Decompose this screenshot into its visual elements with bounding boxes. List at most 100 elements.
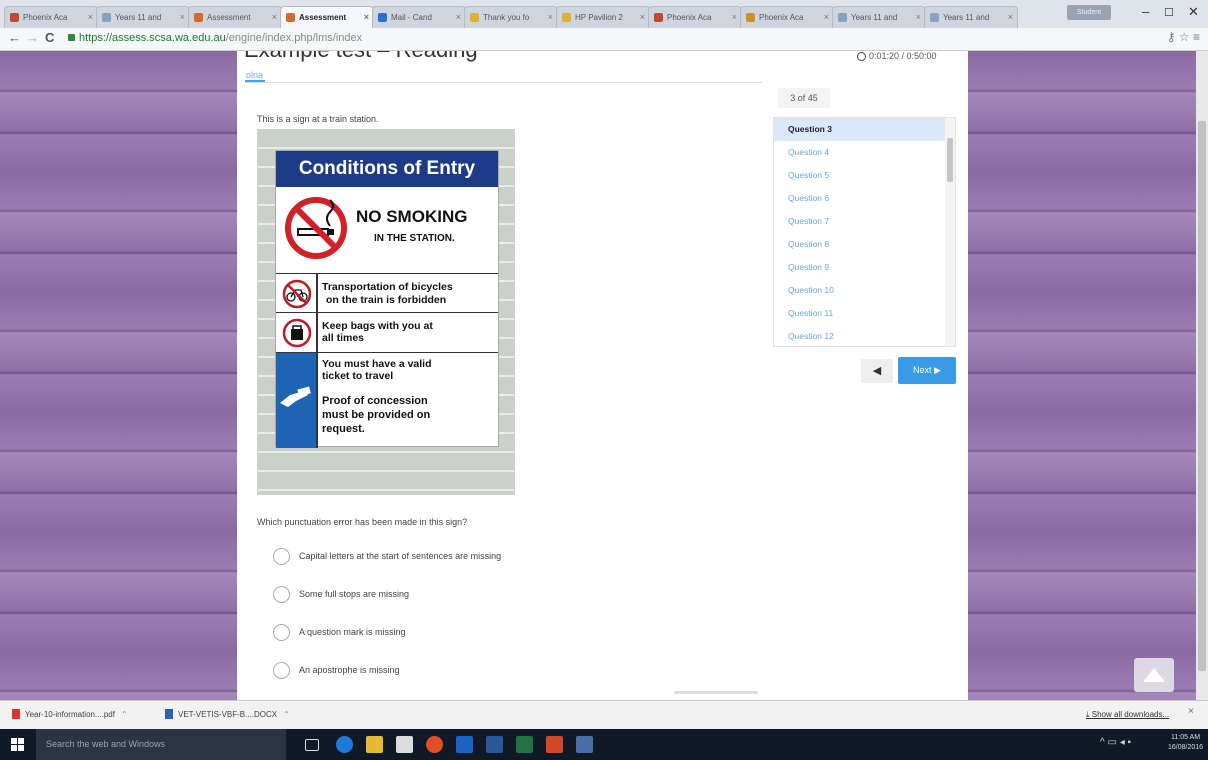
tab-close-icon[interactable]: × [916, 7, 921, 28]
file-explorer-icon[interactable] [366, 736, 383, 753]
photos-icon[interactable] [576, 736, 593, 753]
bookmark-star-icon[interactable]: ☆ [1179, 30, 1190, 44]
windows-start-icon[interactable] [11, 738, 24, 751]
browser-tab[interactable]: Assessment × [280, 6, 374, 28]
url-field[interactable]: https://assess.scsa.wa.edu.au/engine/ind… [68, 30, 1138, 47]
bags-line-1: Keep bags with you at [322, 320, 433, 332]
download-filename: Year-10-information....pdf [25, 710, 115, 719]
chevron-up-icon[interactable]: ⌃ [121, 707, 128, 723]
close-downloads-icon[interactable]: × [1188, 706, 1194, 717]
browser-tab[interactable]: Phoenix Aca × [740, 6, 834, 28]
omnibox-actions: ⚷ ☆ ≡ [1167, 30, 1200, 44]
tab-close-icon[interactable]: × [180, 7, 185, 28]
tab-favicon-icon [838, 13, 847, 22]
chevron-up-icon[interactable]: ⌃ [283, 707, 290, 723]
back-icon[interactable]: ← [8, 30, 21, 45]
browser-tab[interactable]: Assessment × [188, 6, 282, 28]
reload-icon[interactable]: C [45, 30, 54, 45]
close-window-icon[interactable]: ✕ [1188, 4, 1199, 20]
question-list-item[interactable]: Question 11 [774, 302, 955, 325]
key-icon[interactable]: ⚷ [1167, 30, 1176, 44]
scroll-to-top-button[interactable] [1134, 658, 1174, 692]
word-icon[interactable] [486, 736, 503, 753]
question-list-scrollbar[interactable] [945, 118, 955, 346]
question-list-item[interactable]: Question 7 [774, 210, 955, 233]
radio-button[interactable] [273, 662, 290, 679]
browser-tab[interactable]: Phoenix Aca × [4, 6, 98, 28]
tab-label: Assessment [207, 13, 251, 22]
minimize-icon[interactable]: – [1142, 4, 1149, 19]
option-label: An apostrophe is missing [299, 665, 400, 675]
browser-tab[interactable]: HP Pavilion 2 × [556, 6, 650, 28]
taskbar-search-box[interactable]: Search the web and Windows [36, 729, 286, 760]
timer-text: 0:01:20 / 0:50:00 [869, 51, 937, 61]
question-list-item[interactable]: Question 12 [774, 325, 955, 346]
tab-close-icon[interactable]: × [456, 7, 461, 28]
previous-button[interactable]: ◀ [861, 359, 893, 383]
question-list-item[interactable]: Question 9 [774, 256, 955, 279]
menu-icon[interactable]: ≡ [1193, 30, 1200, 44]
bicycles-line-2: on the train is forbidden [326, 294, 447, 306]
browser-tab[interactable]: Years 11 and × [96, 6, 190, 28]
show-all-downloads-link[interactable]: ⤓ Show all downloads... [1086, 707, 1169, 723]
download-item-docx[interactable]: VET-VETIS-VBF-B....DOCX ⌃ [165, 707, 290, 723]
tab-close-icon[interactable]: × [88, 7, 93, 28]
outlook-icon[interactable] [456, 736, 473, 753]
tab-close-icon[interactable]: × [272, 7, 277, 28]
tab-olna[interactable]: olna [246, 70, 263, 80]
question-list-item[interactable]: Question 6 [774, 187, 955, 210]
radio-button[interactable] [273, 624, 290, 641]
option-label: A question mark is missing [299, 627, 406, 637]
question-list-item[interactable]: Question 5 [774, 164, 955, 187]
task-view-icon[interactable] [305, 739, 319, 751]
chevron-up-icon[interactable]: ^ [1100, 737, 1105, 748]
user-profile-chip[interactable]: Student [1067, 5, 1111, 20]
chevron-right-icon: ▶ [934, 365, 941, 375]
edge-browser-icon[interactable] [336, 736, 353, 753]
question-list-item[interactable]: Question 4 [774, 141, 955, 164]
tab-close-icon[interactable]: × [1008, 7, 1013, 28]
radio-button[interactable] [273, 548, 290, 565]
tab-favicon-icon [930, 13, 939, 22]
question-list-item[interactable]: Question 8 [774, 233, 955, 256]
store-icon[interactable] [396, 736, 413, 753]
next-label: Next [913, 365, 932, 375]
word-file-icon [165, 709, 173, 719]
question-list-item[interactable]: Question 10 [774, 279, 955, 302]
tab-close-icon[interactable]: × [824, 7, 829, 28]
bags-line-2: all times [322, 332, 365, 344]
row-divider [316, 274, 318, 313]
chrome-icon[interactable] [426, 736, 443, 753]
url-host: https://assess.scsa.wa.edu.au [79, 32, 226, 44]
page-scrollbar[interactable] [1196, 51, 1208, 700]
page-scrollbar-thumb[interactable] [1198, 121, 1206, 671]
tab-label: Years 11 and [851, 13, 898, 22]
download-item-pdf[interactable]: Year-10-information....pdf ⌃ [12, 707, 128, 723]
notifications-icon[interactable]: ▪ [1128, 737, 1132, 748]
tab-close-icon[interactable]: × [640, 7, 645, 28]
browser-tab[interactable]: Years 11 and × [832, 6, 926, 28]
url-path: /engine/index.php/lms/index [225, 32, 363, 44]
next-button[interactable]: Next ▶ [898, 357, 956, 384]
maximize-icon[interactable]: ☐ [1164, 6, 1174, 19]
powerpoint-icon[interactable] [546, 736, 563, 753]
tab-close-icon[interactable]: × [548, 7, 553, 28]
browser-tab[interactable]: Phoenix Aca × [648, 6, 742, 28]
browser-tab[interactable]: Mail - Cand × [372, 6, 466, 28]
tab-close-icon[interactable]: × [732, 7, 737, 28]
volume-icon[interactable]: ◂ [1120, 737, 1125, 748]
network-icon[interactable]: ▭ [1107, 737, 1116, 748]
scrollbar-thumb[interactable] [947, 138, 953, 182]
browser-tab[interactable]: Thank you fo × [464, 6, 558, 28]
taskbar-clock[interactable]: 11:05 AM 16/08/2016 [1168, 733, 1203, 753]
forward-icon[interactable]: → [26, 30, 39, 45]
tab-close-icon[interactable]: × [364, 7, 369, 28]
radio-button[interactable] [273, 586, 290, 603]
excel-icon[interactable] [516, 736, 533, 753]
browser-tab[interactable]: Years 11 and × [924, 6, 1018, 28]
ticket-line-1: You must have a valid [322, 358, 432, 370]
sign-board: Conditions of Entry NO SMOKING IN THE ST… [275, 150, 499, 448]
question-list-item[interactable]: Question 3 [774, 118, 955, 141]
horizontal-scroll-indicator[interactable] [674, 691, 758, 694]
address-bar-row: ← → C https://assess.scsa.wa.edu.au/engi… [0, 28, 1208, 51]
